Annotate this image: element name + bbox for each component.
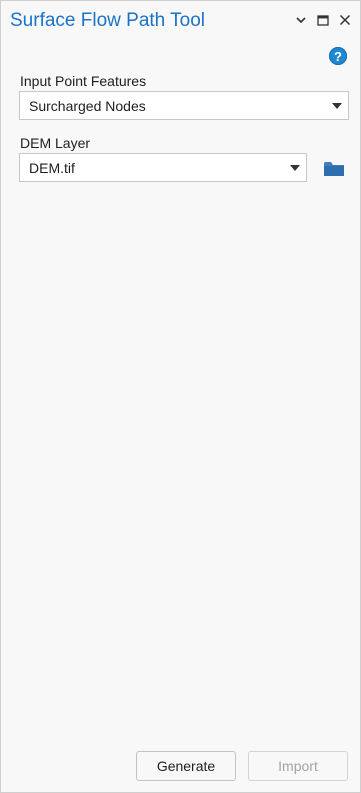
tool-pane: Surface Flow Path Tool ? Input Point Fea… <box>0 0 361 793</box>
dem-layer-dropdown[interactable]: DEM.tif <box>19 153 307 182</box>
help-icon[interactable]: ? <box>329 47 347 65</box>
dem-layer-label: DEM Layer <box>20 135 91 151</box>
pane-title: Surface Flow Path Tool <box>10 10 206 31</box>
dropdown-arrow-icon[interactable] <box>326 102 348 109</box>
chevron-down-icon[interactable] <box>293 11 309 29</box>
input-point-features-value: Surcharged Nodes <box>29 97 146 114</box>
import-button[interactable]: Import <box>248 751 348 781</box>
folder-icon[interactable] <box>323 159 345 179</box>
input-point-features-dropdown[interactable]: Surcharged Nodes <box>19 91 349 120</box>
input-point-features-label: Input Point Features <box>20 73 147 89</box>
dem-layer-value: DEM.tif <box>29 159 75 176</box>
close-icon[interactable] <box>337 11 353 29</box>
maximize-icon[interactable] <box>315 11 331 29</box>
dropdown-arrow-icon[interactable] <box>284 164 306 171</box>
generate-button[interactable]: Generate <box>136 751 236 781</box>
